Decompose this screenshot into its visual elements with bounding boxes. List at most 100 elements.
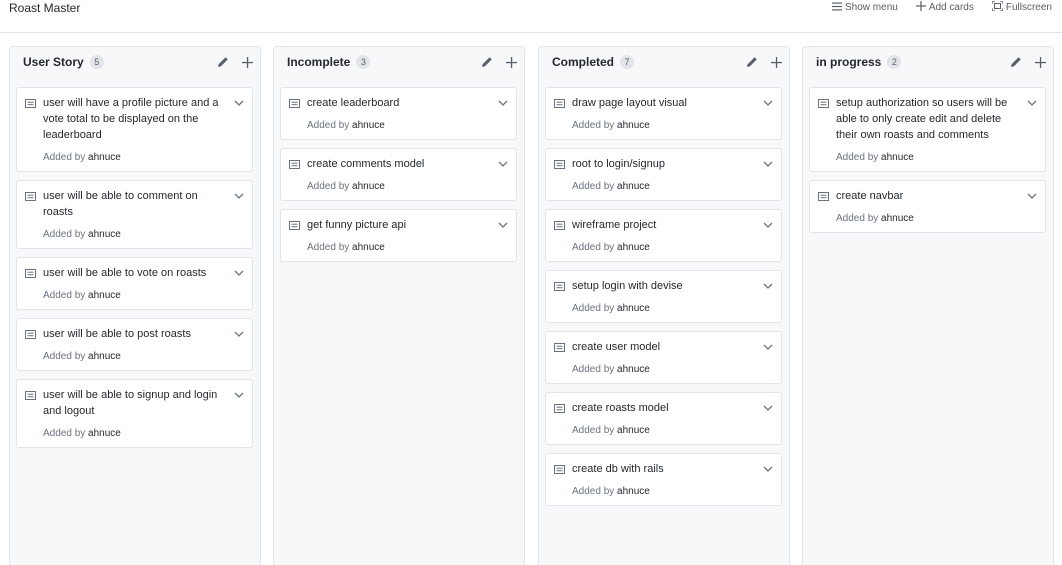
card-author-link[interactable]: ahnuce	[352, 242, 385, 253]
edit-column-completed-pencil-icon[interactable]	[745, 55, 759, 69]
note-card[interactable]: user will be able to vote on roasts Added…	[16, 257, 253, 310]
column-in-progress: in progress 2 setup authorization so users…	[802, 46, 1054, 565]
card-author-link[interactable]: ahnuce	[617, 303, 650, 314]
project-header: Roast Master Show menu Add cards Fullscr…	[0, 0, 1062, 33]
note-card[interactable]: user will be able to post roasts Added by…	[16, 318, 253, 371]
note-icon	[554, 219, 565, 230]
added-by-label: Added by	[572, 486, 615, 497]
card-text: user will be able to post roasts	[43, 328, 191, 340]
card-meta: Added by ahnuce	[307, 120, 488, 131]
note-card[interactable]: setup login with devise Added by ahnuce	[545, 270, 782, 323]
chevron-down-icon[interactable]	[498, 96, 508, 106]
fullscreen-button[interactable]: Fullscreen	[991, 0, 1052, 14]
card-text: get funny picture api	[307, 219, 407, 231]
card-author-link[interactable]: ahnuce	[88, 229, 121, 240]
chevron-down-icon[interactable]	[234, 266, 244, 276]
edit-column-in-progress-pencil-icon[interactable]	[1009, 55, 1023, 69]
note-card[interactable]: create leaderboard Added by ahnuce	[280, 87, 517, 140]
chevron-down-icon[interactable]	[234, 96, 244, 106]
note-icon	[554, 158, 565, 169]
chevron-down-icon[interactable]	[1027, 96, 1037, 106]
chevron-down-icon[interactable]	[763, 218, 773, 228]
card-text: user will be able to comment on roasts	[43, 190, 198, 218]
card-text: setup authorization so users will be abl…	[836, 97, 1008, 141]
add-card-user-story-plus-icon[interactable]	[240, 55, 254, 69]
added-by-label: Added by	[572, 425, 615, 436]
note-card[interactable]: setup authorization so users will be abl…	[809, 87, 1046, 172]
card-author-link[interactable]: ahnuce	[88, 290, 121, 301]
card-author-link[interactable]: ahnuce	[881, 152, 914, 163]
note-card[interactable]: draw page layout visual Added by ahnuce	[545, 87, 782, 140]
card-author-link[interactable]: ahnuce	[352, 120, 385, 131]
added-by-label: Added by	[836, 152, 879, 163]
card-author-link[interactable]: ahnuce	[881, 213, 914, 224]
chevron-down-icon[interactable]	[234, 388, 244, 398]
note-card[interactable]: wireframe project Added by ahnuce	[545, 209, 782, 262]
card-meta: Added by ahnuce	[836, 213, 1017, 224]
card-meta: Added by ahnuce	[43, 229, 224, 240]
card-author-link[interactable]: ahnuce	[352, 181, 385, 192]
add-cards-button[interactable]: Add cards	[915, 1, 974, 14]
column-title: Incomplete	[287, 55, 351, 69]
card-text: create user model	[572, 341, 661, 353]
card-author-link[interactable]: ahnuce	[617, 425, 650, 436]
chevron-down-icon[interactable]	[763, 401, 773, 411]
chevron-down-icon[interactable]	[763, 279, 773, 289]
column-header: Incomplete 3	[274, 47, 524, 91]
added-by-label: Added by	[43, 351, 86, 362]
add-card-completed-plus-icon[interactable]	[769, 55, 783, 69]
card-author-link[interactable]: ahnuce	[617, 242, 650, 253]
note-icon	[818, 190, 829, 201]
card-author-link[interactable]: ahnuce	[88, 351, 121, 362]
card-author-link[interactable]: ahnuce	[617, 486, 650, 497]
chevron-down-icon[interactable]	[498, 218, 508, 228]
edit-column-incomplete-pencil-icon[interactable]	[480, 55, 494, 69]
note-card[interactable]: get funny picture api Added by ahnuce	[280, 209, 517, 262]
note-icon	[554, 341, 565, 352]
chevron-down-icon[interactable]	[1027, 189, 1037, 199]
note-card[interactable]: create roasts model Added by ahnuce	[545, 392, 782, 445]
note-card[interactable]: create comments model Added by ahnuce	[280, 148, 517, 201]
note-icon	[818, 97, 829, 108]
added-by-label: Added by	[572, 364, 615, 375]
note-card[interactable]: root to login/signup Added by ahnuce	[545, 148, 782, 201]
added-by-label: Added by	[572, 303, 615, 314]
card-meta: Added by ahnuce	[307, 181, 488, 192]
column-title: in progress	[816, 55, 882, 69]
chevron-down-icon[interactable]	[763, 462, 773, 472]
chevron-down-icon[interactable]	[763, 157, 773, 167]
chevron-down-icon[interactable]	[763, 340, 773, 350]
note-card[interactable]: create user model Added by ahnuce	[545, 331, 782, 384]
note-card[interactable]: user will have a profile picture and a v…	[16, 87, 253, 172]
note-card[interactable]: user will be able to signup and login an…	[16, 379, 253, 448]
add-card-in-progress-plus-icon[interactable]	[1033, 55, 1047, 69]
card-meta: Added by ahnuce	[572, 303, 753, 314]
chevron-down-icon[interactable]	[763, 96, 773, 106]
note-card[interactable]: create navbar Added by ahnuce	[809, 180, 1046, 233]
card-meta: Added by ahnuce	[572, 242, 753, 253]
card-meta: Added by ahnuce	[572, 181, 753, 192]
note-icon	[554, 463, 565, 474]
card-text: create comments model	[307, 158, 425, 170]
note-icon	[289, 219, 300, 230]
show-menu-button[interactable]: Show menu	[832, 1, 898, 14]
chevron-down-icon[interactable]	[234, 327, 244, 337]
card-author-link[interactable]: ahnuce	[617, 364, 650, 375]
chevron-down-icon[interactable]	[234, 189, 244, 199]
added-by-label: Added by	[836, 213, 879, 224]
card-author-link[interactable]: ahnuce	[88, 152, 121, 163]
card-author-link[interactable]: ahnuce	[617, 120, 650, 131]
card-text: user will be able to signup and login an…	[43, 389, 218, 417]
chevron-down-icon[interactable]	[498, 157, 508, 167]
column-count-badge: 3	[356, 55, 371, 69]
note-card[interactable]: user will be able to comment on roasts Ad…	[16, 180, 253, 249]
note-icon	[25, 190, 36, 201]
card-meta: Added by ahnuce	[572, 120, 753, 131]
card-author-link[interactable]: ahnuce	[617, 181, 650, 192]
column-title-wrap: Incomplete 3	[287, 55, 371, 69]
add-card-incomplete-plus-icon[interactable]	[504, 55, 518, 69]
card-author-link[interactable]: ahnuce	[88, 428, 121, 439]
note-card[interactable]: create db with rails Added by ahnuce	[545, 453, 782, 506]
column-title: User Story	[23, 55, 84, 69]
edit-column-user-story-pencil-icon[interactable]	[216, 55, 230, 69]
